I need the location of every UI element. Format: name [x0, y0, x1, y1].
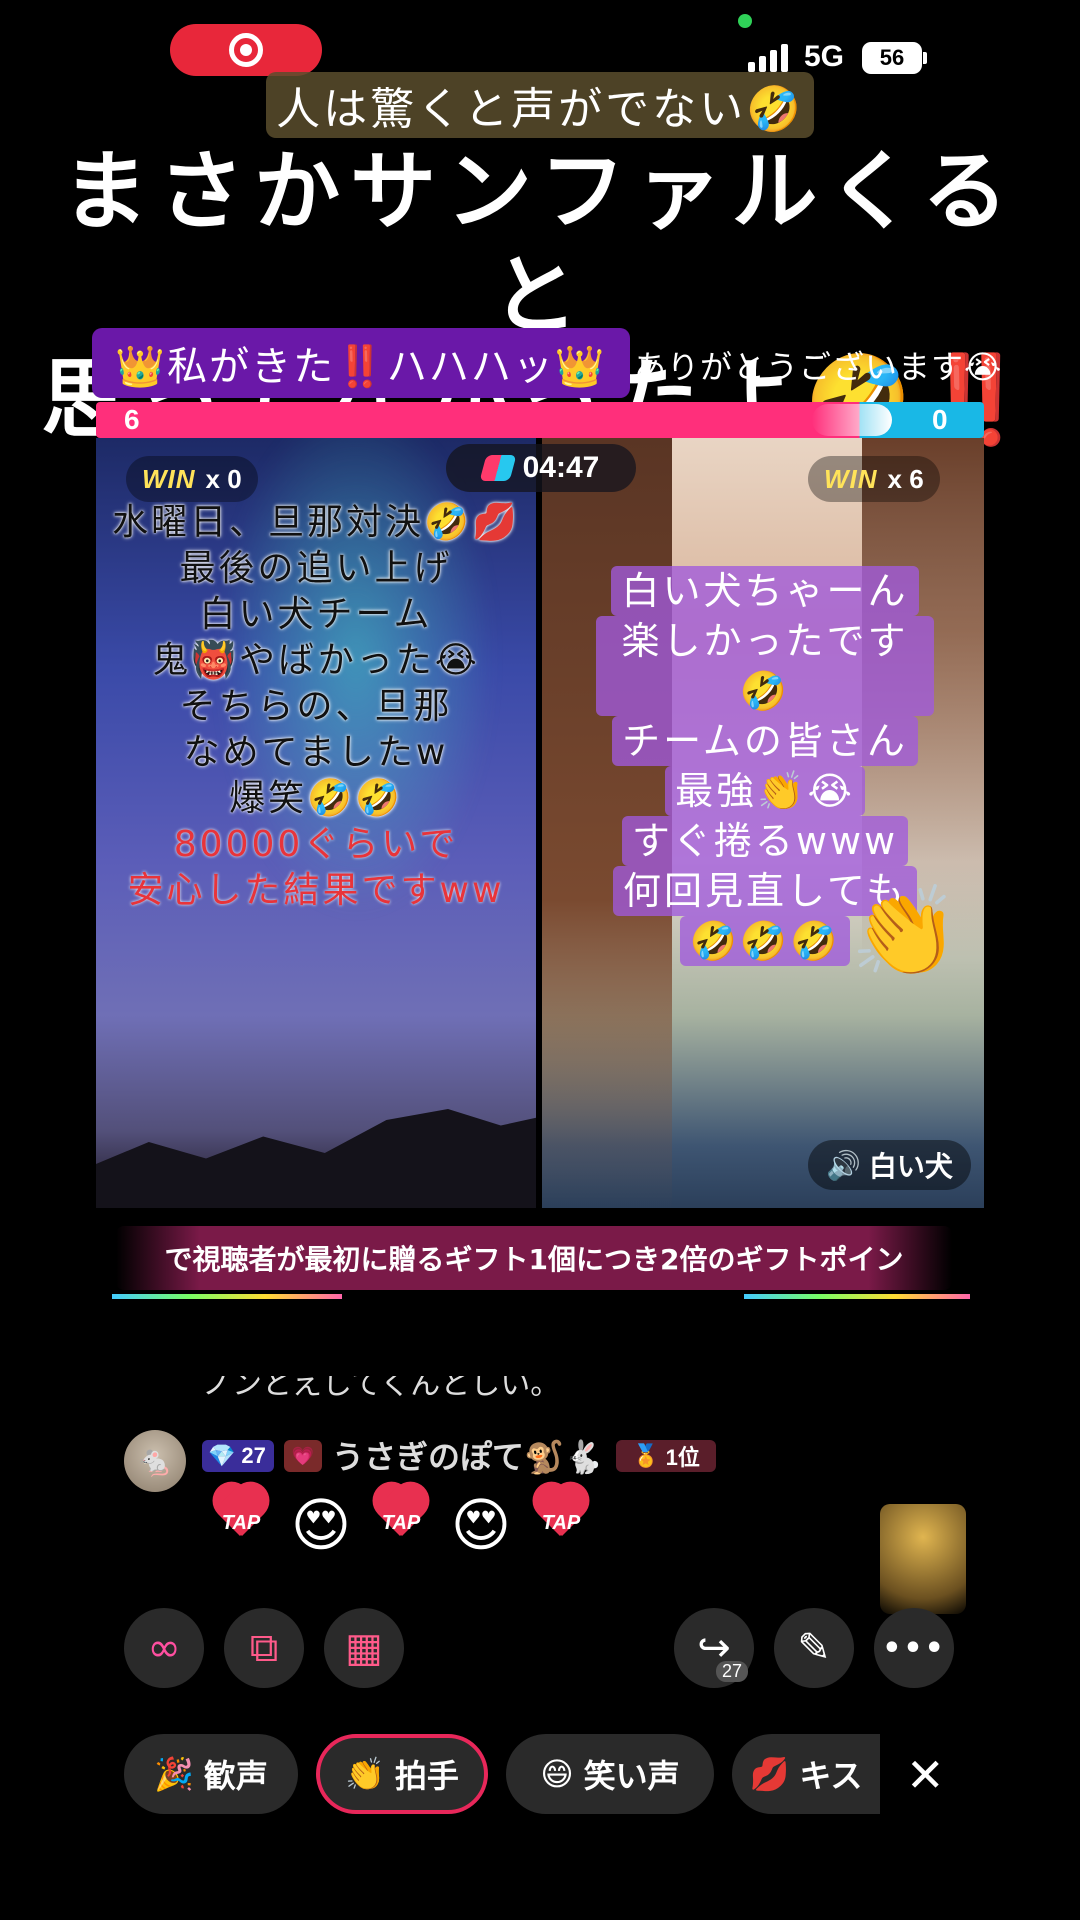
tap-reactions-row: TAP 😍 TAP 😍 TAP: [206, 1494, 596, 1556]
battle-button[interactable]: ⧉: [224, 1608, 304, 1688]
diamond-icon: 💎: [208, 1443, 236, 1468]
magic-wand-icon: ✎: [797, 1625, 831, 1671]
effects-button[interactable]: ✎: [774, 1608, 854, 1688]
right-line: 楽しかったです🤣: [596, 616, 934, 716]
promo-banner[interactable]: で視聴者が最初に贈るギフト1個につき2倍のギフトポイン: [116, 1226, 952, 1290]
win-label: WIN: [142, 463, 196, 494]
battle-icon: [479, 455, 517, 481]
left-line: 鬼👹やばかった😭: [152, 640, 480, 681]
left-line-red: 80000ぐらいで: [173, 824, 459, 865]
reaction-label: 歓声: [203, 1757, 268, 1795]
tap-heart-icon: TAP: [206, 1494, 276, 1556]
left-line-red: 安心した結果ですww: [127, 870, 505, 911]
battle-icon: ⧉: [249, 1625, 279, 1671]
kissing-face-icon: 😍: [450, 1491, 512, 1559]
link-icon: ∞: [147, 1625, 181, 1671]
kissing-face-icon: 😍: [290, 1491, 352, 1559]
battle-timer: 04:47: [446, 444, 636, 492]
privacy-dot: [738, 14, 752, 28]
medal-icon: 🏅: [632, 1443, 660, 1468]
share-button[interactable]: ↪ 27: [674, 1608, 754, 1688]
diamond-badge: 💎 27: [202, 1440, 274, 1472]
fan-heart-badge: 💗: [284, 1440, 322, 1472]
screen-record-indicator[interactable]: [170, 24, 322, 76]
battery-icon: [923, 52, 927, 64]
progress-rainbow-left: [112, 1294, 342, 1299]
speaker-icon: 🔊: [826, 1148, 861, 1182]
reaction-label: キス: [799, 1757, 863, 1795]
battery-level: 56: [862, 42, 922, 74]
apps-button[interactable]: ▦: [324, 1608, 404, 1688]
tap-label: TAP: [381, 1512, 421, 1534]
left-stream-text: 水曜日、旦那対決🤣💋 最後の追い上げ 白い犬チーム 鬼👹やばかった😭 そちらの、…: [96, 500, 536, 914]
left-line: 爆笑🤣🤣: [229, 778, 403, 819]
reaction-label: 笑い声: [583, 1757, 680, 1795]
progress-rainbow-right: [744, 1294, 970, 1299]
win-badge-left: WIN x 0: [126, 456, 258, 502]
smile-icon: 😄: [540, 1755, 574, 1793]
left-line: 白い犬チーム: [199, 594, 433, 635]
grid-icon: ▦: [345, 1625, 383, 1671]
close-icon[interactable]: ✕: [906, 1748, 945, 1802]
score-right: 0: [932, 404, 948, 435]
mountain-silhouette: [96, 1109, 536, 1208]
win-count-left: x 0: [205, 463, 242, 494]
rank-badge: 🏅 1位: [616, 1440, 716, 1472]
reaction-laugh-button[interactable]: 😄 笑い声: [506, 1734, 714, 1814]
more-icon: •••: [882, 1630, 946, 1666]
reaction-label: 拍手: [394, 1757, 459, 1795]
thanks-caption: ありがとうございます😭: [634, 348, 1003, 386]
score-left: 6: [124, 404, 140, 435]
link-button[interactable]: ∞: [124, 1608, 204, 1688]
panel-divider: [536, 438, 542, 1208]
network-type: 5G: [804, 40, 845, 73]
lips-icon: 💋: [749, 1755, 790, 1793]
right-line: 🤣🤣🤣: [679, 916, 851, 966]
reaction-cheer-button[interactable]: 🎉 歓声: [124, 1734, 298, 1814]
host-name-tag[interactable]: 🔊 白い犬: [808, 1140, 971, 1190]
comment-username[interactable]: うさぎのぽて🐒🐇: [332, 1432, 604, 1478]
tap-label: TAP: [541, 1512, 581, 1534]
clap-emoji-icon: 👏: [850, 880, 960, 983]
win-badge-right: WIN x 6: [808, 456, 940, 502]
score-spark: [812, 404, 892, 436]
right-line: 白い犬ちゃーん: [611, 566, 919, 616]
caption-top: 人は驚くと声がでない🤣: [266, 72, 814, 138]
record-icon: [229, 33, 263, 67]
right-line: チームの皆さん: [612, 716, 918, 766]
rank-text: 1位: [665, 1445, 700, 1470]
right-line: すぐ捲るwww: [621, 816, 909, 866]
left-line: そちらの、旦那: [179, 686, 453, 727]
reaction-kiss-button[interactable]: 💋 キス: [732, 1734, 880, 1814]
right-line: 最強👏😭: [665, 766, 865, 816]
left-line: 最後の追い上げ: [179, 548, 453, 589]
headline-line-1: まさかサンファルくると: [62, 142, 1018, 346]
left-line: なめてましたw: [183, 732, 449, 773]
crown-banner: 👑私がきた‼️ハハハッ👑: [92, 328, 630, 398]
timer-value: 04:47: [522, 451, 600, 484]
comment-cut-off: ノンとえしてくんとしい。: [202, 1376, 561, 1400]
tap-heart-icon: TAP: [526, 1494, 596, 1556]
live-screen: 5G 56 人は驚くと声がでない🤣 まさかサンファルくると 思ってなかったよ🤣‼…: [0, 0, 1080, 1920]
tap-heart-icon: TAP: [366, 1494, 436, 1556]
clap-icon: 👏: [345, 1755, 385, 1793]
win-count-right: x 6: [887, 463, 924, 494]
more-button[interactable]: •••: [874, 1608, 954, 1688]
tap-label: TAP: [221, 1512, 261, 1534]
avatar[interactable]: 🐁: [124, 1430, 186, 1492]
host-name: 白い犬: [868, 1150, 953, 1183]
reaction-clap-button[interactable]: 👏 拍手: [316, 1734, 488, 1814]
signal-icon: [748, 42, 792, 72]
share-count: 27: [715, 1661, 748, 1682]
diamond-level: 27: [241, 1443, 266, 1468]
win-label: WIN: [824, 463, 878, 494]
party-icon: 🎉: [154, 1755, 194, 1793]
floating-gift-icon[interactable]: [880, 1504, 966, 1614]
left-line: 水曜日、旦那対決🤣💋: [112, 502, 520, 543]
